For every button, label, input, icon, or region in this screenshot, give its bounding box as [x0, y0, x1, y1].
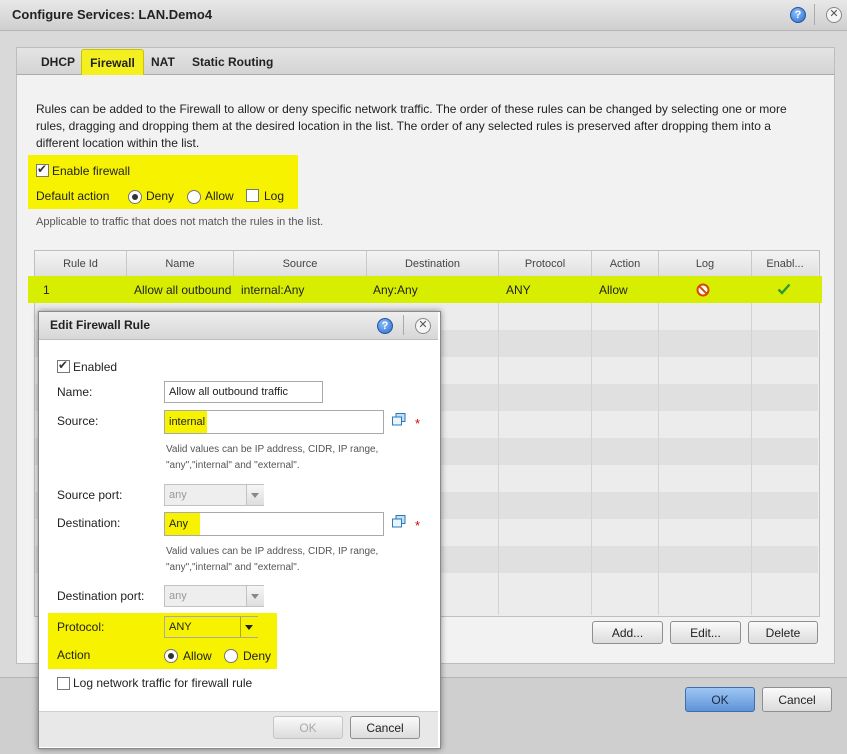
column-header-enabled[interactable]: Enabl... — [752, 251, 818, 276]
edit-dialog-title: Edit Firewall Rule — [50, 318, 151, 332]
ok-button[interactable]: OK — [685, 687, 755, 712]
chevron-down-icon — [246, 485, 264, 505]
cell-name: Allow all outbound traffic — [134, 283, 233, 297]
source-value: internal — [169, 416, 206, 428]
edit-rule-button[interactable]: Edit... — [670, 621, 741, 644]
column-header-protocol[interactable]: Protocol — [499, 251, 592, 276]
column-header-name[interactable]: Name — [127, 251, 234, 276]
log-traffic-checkbox[interactable] — [57, 677, 70, 693]
help-icon[interactable]: ? — [790, 7, 806, 23]
cell-destination: Any:Any — [373, 283, 418, 297]
help-icon[interactable]: ? — [377, 318, 393, 334]
required-marker: * — [415, 518, 421, 533]
action-allow-radio[interactable] — [164, 649, 178, 666]
enable-firewall-checkbox[interactable] — [36, 162, 49, 180]
destination-hint: "any","internal" and "external". — [166, 562, 300, 573]
column-divider — [751, 276, 752, 615]
default-action-label: Default action — [36, 189, 110, 203]
column-header-destination[interactable]: Destination — [367, 251, 499, 276]
object-picker-icon[interactable] — [392, 413, 406, 429]
window-title: Configure Services: LAN.Demo4 — [12, 7, 213, 22]
cell-protocol: ANY — [506, 283, 531, 297]
name-label: Name: — [57, 385, 93, 399]
default-deny-label: Deny — [146, 189, 175, 203]
destination-port-value: any — [169, 590, 187, 602]
cell-action: Allow — [599, 283, 628, 297]
source-hint: "any","internal" and "external". — [166, 460, 300, 471]
column-divider — [498, 276, 499, 615]
protocol-label: Protocol: — [57, 620, 105, 634]
close-icon[interactable]: ✕ — [415, 318, 431, 334]
action-deny-radio[interactable] — [224, 649, 238, 666]
no-log-icon — [696, 283, 710, 297]
object-picker-icon[interactable] — [392, 515, 406, 531]
source-label: Source: — [57, 414, 99, 428]
chevron-down-icon[interactable] — [240, 617, 258, 637]
column-header-rule-id[interactable]: Rule Id — [35, 251, 127, 276]
tab-firewall[interactable]: Firewall — [81, 49, 144, 75]
close-icon[interactable]: ✕ — [826, 7, 842, 23]
rule-enabled-label: Enabled — [73, 360, 118, 374]
cancel-button[interactable]: Cancel — [762, 687, 832, 712]
applicable-note: Applicable to traffic that does not matc… — [36, 216, 324, 228]
delete-rule-button[interactable]: Delete — [748, 621, 818, 644]
destination-hint: Valid values can be IP address, CIDR, IP… — [166, 546, 379, 557]
column-divider — [591, 276, 592, 615]
default-log-label: Log — [264, 189, 285, 203]
destination-value: Any — [169, 518, 188, 530]
chevron-down-icon — [246, 586, 264, 606]
source-port-value: any — [169, 489, 187, 501]
enable-firewall-label: Enable firewall — [52, 164, 131, 178]
column-header-action[interactable]: Action — [592, 251, 659, 276]
add-rule-button[interactable]: Add... — [592, 621, 663, 644]
firewall-description: Rules can be added to the Firewall to al… — [36, 102, 787, 150]
default-allow-radio[interactable] — [187, 190, 201, 207]
title-divider — [403, 315, 404, 335]
action-deny-label: Deny — [243, 649, 272, 663]
column-header-source[interactable]: Source — [234, 251, 367, 276]
action-label: Action — [57, 648, 91, 662]
source-hint: Valid values can be IP address, CIDR, IP… — [166, 444, 379, 455]
cell-rule-id: 1 — [43, 283, 50, 297]
title-divider — [814, 4, 815, 25]
destination-label: Destination: — [57, 516, 121, 530]
tab-nat[interactable]: NAT — [147, 52, 179, 72]
cell-source: internal:Any — [241, 283, 305, 297]
tab-dhcp[interactable]: DHCP — [37, 52, 79, 72]
tab-static-routing[interactable]: Static Routing — [188, 52, 277, 72]
protocol-value: ANY — [169, 621, 192, 633]
checkmark-icon — [777, 283, 791, 295]
default-log-checkbox[interactable] — [246, 189, 259, 205]
column-header-log[interactable]: Log — [659, 251, 752, 276]
default-deny-radio[interactable] — [128, 190, 142, 207]
rule-enabled-checkbox[interactable] — [57, 358, 70, 376]
edit-ok-button[interactable]: OK — [273, 716, 343, 739]
name-field[interactable]: Allow all outbound traffic — [164, 381, 323, 403]
edit-cancel-button[interactable]: Cancel — [350, 716, 420, 739]
column-divider — [658, 276, 659, 615]
destination-port-label: Destination port: — [57, 589, 145, 603]
log-traffic-label: Log network traffic for firewall rule — [73, 676, 253, 690]
default-allow-label: Allow — [205, 189, 234, 203]
required-marker: * — [415, 416, 421, 431]
action-allow-label: Allow — [183, 649, 212, 663]
source-port-label: Source port: — [57, 488, 123, 502]
